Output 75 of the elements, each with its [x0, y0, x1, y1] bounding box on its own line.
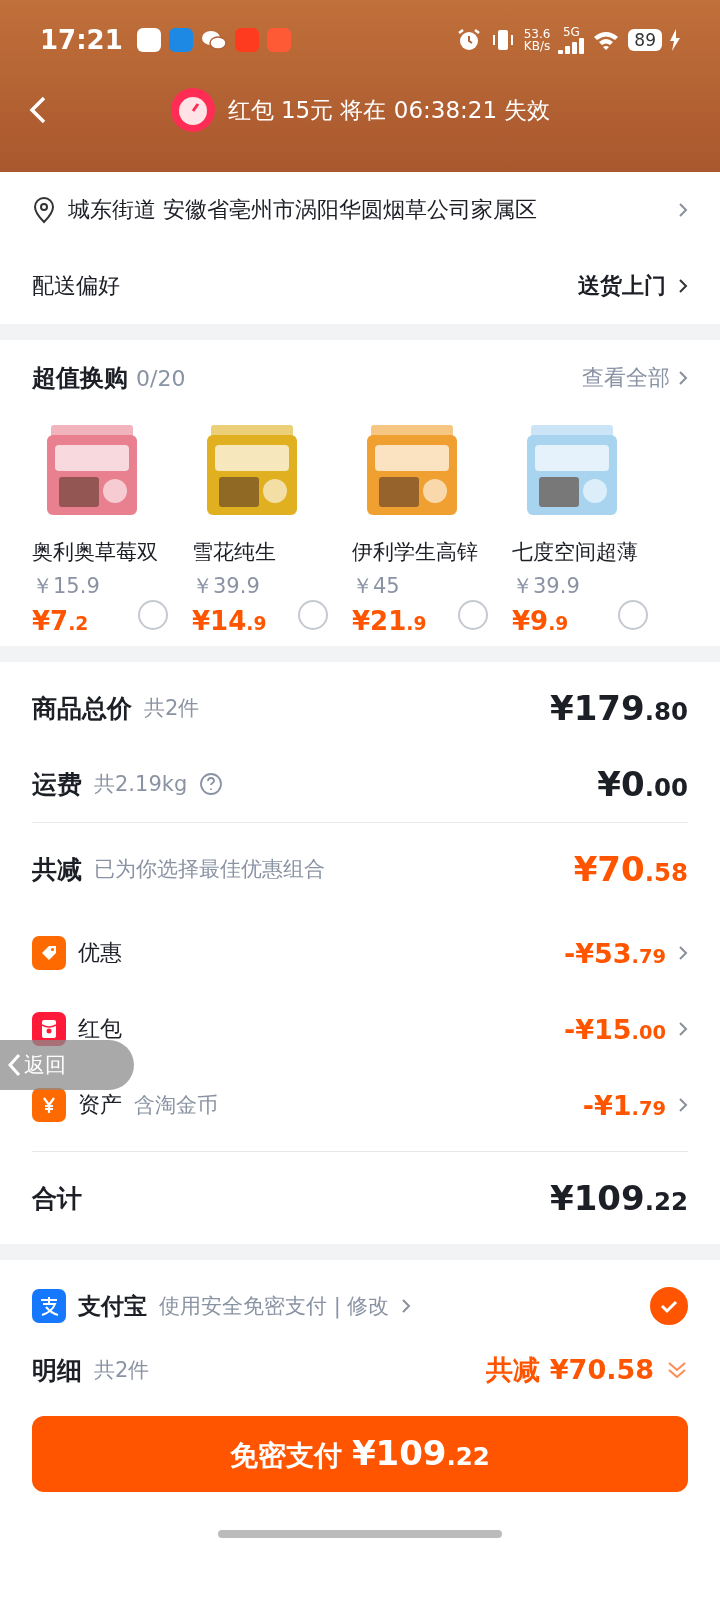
- coupon-countdown: 红包 15元 将在 06:38:21 失效: [227, 95, 551, 125]
- summary-amount: ¥0.00: [597, 764, 688, 804]
- deal-price: ¥7.2: [32, 606, 89, 636]
- select-radio[interactable]: [138, 600, 168, 630]
- original-price: ￥39.9: [512, 573, 581, 600]
- deal-price: ¥9.9: [512, 606, 569, 636]
- yen-coin-icon: [32, 1088, 66, 1122]
- pay-amount: ¥109.22: [351, 1433, 490, 1473]
- home-indicator[interactable]: [218, 1530, 502, 1538]
- help-icon[interactable]: [199, 772, 224, 796]
- discount-amount: -¥1.79: [582, 1089, 666, 1121]
- select-radio[interactable]: [298, 600, 328, 630]
- detail-note: 共2件: [94, 1357, 150, 1384]
- battery-level: 89: [628, 29, 662, 51]
- select-radio[interactable]: [618, 600, 648, 630]
- chat-bubbles-icon: [200, 29, 227, 51]
- product-name[interactable]: 雪花纯生: [192, 538, 352, 566]
- payment-app-icon: [32, 1289, 66, 1323]
- summary-note: 共2.19kg: [94, 771, 188, 798]
- chevron-right-icon: [678, 370, 688, 386]
- double-chevron-down-icon[interactable]: [666, 1359, 688, 1381]
- summary-amount: ¥70.58: [573, 849, 688, 889]
- deal-price: ¥21.9: [352, 606, 427, 636]
- summary-note: 共2件: [144, 695, 200, 722]
- delivery-preference-value[interactable]: 送货上门: [578, 271, 666, 301]
- chevron-right-icon: [678, 278, 688, 294]
- original-price: ￥45: [352, 573, 401, 600]
- section-title: 超值换购: [32, 363, 128, 394]
- app-notification-icon: [136, 28, 161, 52]
- detail-label: 明细: [32, 1354, 82, 1387]
- tag-icon: [32, 936, 66, 970]
- deal-price: ¥14.9: [192, 606, 267, 636]
- app-notification-icon: [234, 28, 259, 52]
- discount-amount: -¥15.00: [564, 1013, 666, 1045]
- discount-amount: -¥53.79: [564, 937, 666, 969]
- signal-icon: [558, 38, 585, 54]
- back-label: 返回: [24, 1052, 66, 1079]
- summary-label: 运费: [32, 768, 82, 801]
- discount-label: 资产: [78, 1091, 122, 1119]
- product-name[interactable]: 奥利奥草莓双: [32, 538, 192, 566]
- stopwatch-icon: [169, 87, 216, 133]
- discount-note: 含淘金币: [134, 1092, 218, 1119]
- discount-label: 红包: [78, 1015, 122, 1043]
- summary-note: 已为你选择最佳优惠组合: [94, 856, 325, 883]
- product-name[interactable]: 伊利学生高锌: [352, 538, 512, 566]
- payment-method: 支付宝: [78, 1291, 147, 1321]
- chevron-left-icon: [6, 1052, 22, 1078]
- network-speed-unit: KB/s: [523, 40, 551, 52]
- discount-label: 优惠: [78, 939, 122, 967]
- network-speed: 53.6: [523, 28, 551, 40]
- total-amount: ¥109.22: [550, 1178, 688, 1218]
- original-price: ￥39.9: [192, 573, 261, 600]
- summary-label: 共减: [32, 853, 82, 886]
- check-icon[interactable]: [650, 1287, 688, 1325]
- delivery-preference-label: 配送偏好: [32, 272, 120, 300]
- chevron-right-icon: [678, 1021, 688, 1037]
- selection-count: 0/20: [136, 365, 186, 391]
- original-price: ￥15.9: [32, 573, 101, 600]
- status-time: 17:21: [40, 25, 123, 55]
- charging-icon: [670, 29, 680, 51]
- wifi-icon: [592, 29, 621, 51]
- chevron-right-icon: [678, 202, 688, 218]
- location-pin-icon: [32, 196, 56, 224]
- product-name[interactable]: 七度空间超薄: [512, 538, 672, 566]
- app-notification-icon: [266, 28, 291, 52]
- chevron-right-icon: [678, 945, 688, 961]
- summary-label: 商品总价: [32, 692, 132, 725]
- chevron-right-icon: [678, 1097, 688, 1113]
- select-radio[interactable]: [458, 600, 488, 630]
- total-label: 合计: [32, 1182, 82, 1215]
- app-notification-icon: [168, 28, 193, 52]
- delivery-address: 城东街道 安徽省亳州市涡阳华圆烟草公司家属区: [68, 196, 537, 224]
- network-type: 5G: [562, 26, 580, 38]
- summary-amount: ¥179.80: [550, 688, 688, 728]
- chevron-right-icon: [401, 1298, 412, 1314]
